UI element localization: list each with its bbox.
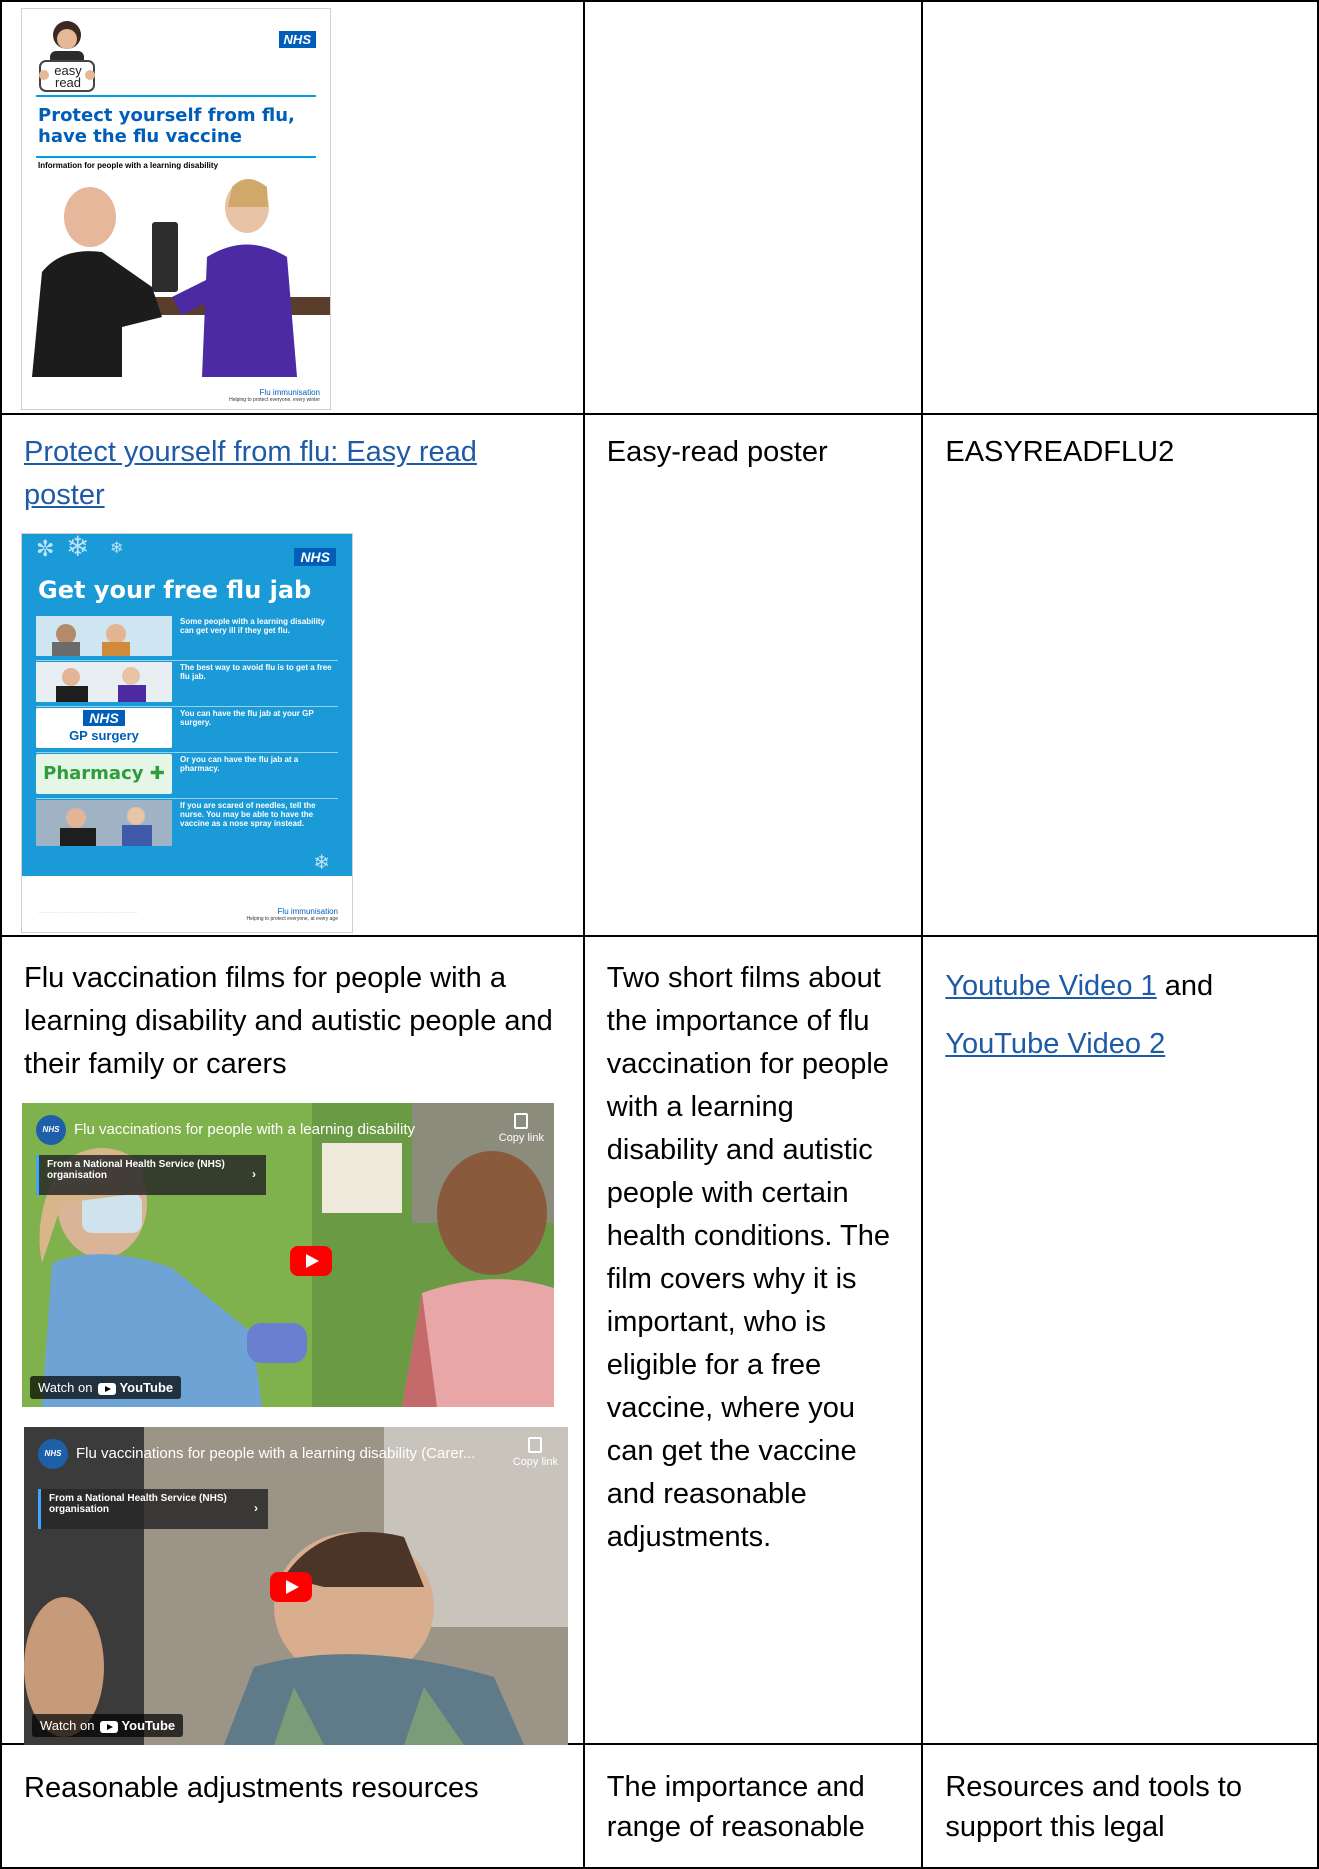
watch-on-youtube-button[interactable]: Watch on YouTube [32,1714,184,1737]
and-text: and [1164,970,1214,1002]
leaflet-subtitle: Information for people with a learning d… [38,161,219,170]
video-2-title[interactable]: Flu vaccinations for people with a learn… [76,1445,504,1462]
table-row: Reasonable adjustments resources The imp… [0,1743,1319,1869]
nhs-organisation-banner[interactable]: From a National Health Service (NHS) org… [38,1489,268,1529]
youtube-embed-video-2[interactable]: NHS Flu vaccinations for people with a l… [24,1427,568,1745]
nhs-channel-icon[interactable]: NHS [36,1115,66,1145]
youtube-video-1-link[interactable]: Youtube Video 1 [945,970,1156,1002]
play-button[interactable] [270,1572,312,1602]
video-1-title[interactable]: Flu vaccinations for people with a learn… [74,1121,454,1138]
nhs-logo: NHS [278,31,316,48]
films-title: Flu vaccination films for people with a … [24,962,553,1080]
poster-row-text: You can have the flu jab at your GP surg… [180,709,314,727]
poster-small-print: ........................................… [38,910,139,914]
poster-row-text: Or you can have the flu jab at a pharmac… [180,755,299,773]
table-cell [582,0,924,415]
reasonable-adjustments-description: The importance and range of reasonable [606,1771,865,1843]
snowflake-icon: ✼ [36,536,55,561]
leaflet-title: Protect yourself from flu, have the flu … [38,105,295,147]
copy-icon [514,1113,529,1129]
reasonable-adjustments-title: Reasonable adjustments resources [24,1772,479,1804]
nhs-channel-icon[interactable]: NHS [38,1439,68,1469]
easy-read-poster-thumbnail[interactable]: ✼ ❄ ❄ NHS Get your free flu jab Some peo… [21,533,353,933]
easy-read-badge: easy read [54,63,82,90]
table-cell: Reasonable adjustments resources [0,1743,585,1869]
poster-row-text: If you are scared of needles, tell the n… [180,801,316,828]
watch-on-youtube-button[interactable]: Watch on YouTube [30,1376,182,1399]
snowflake-icon: ❄ [66,533,90,562]
flu-immunisation-footer: Flu immunisation Helping to protect ever… [246,907,338,922]
gp-surgery-sign: NHS GP surgery [36,708,172,748]
youtube-embed-video-1[interactable]: NHS Flu vaccinations for people with a l… [22,1103,554,1407]
youtube-video-2-link[interactable]: YouTube Video 2 [945,1028,1165,1060]
poster-row: Pharmacy ✚ Or you can have the flu jab a… [36,752,338,799]
table-cell: Youtube Video 1 and YouTube Video 2 [921,935,1319,1745]
copy-link-button[interactable]: Copy link [499,1113,544,1144]
easy-read-leaflet-cover: easy read NHS Protect yourself from flu,… [21,8,331,410]
snowflake-icon: ❄ [110,540,124,557]
video-1-thumbnail [22,1103,554,1407]
copy-link-button[interactable]: Copy link [513,1437,558,1468]
nhs-organisation-banner[interactable]: From a National Health Service (NHS) org… [36,1155,266,1195]
reasonable-adjustments-tools: Resources and tools to support this lega… [945,1771,1242,1843]
poster-row: Some people with a learning disability c… [36,614,338,661]
flu-immunisation-footer: Flu immunisation Helping to protect ever… [229,388,320,403]
easy-read-poster-link[interactable]: Protect yourself from flu: Easy read pos… [24,436,477,511]
play-button[interactable] [290,1246,332,1276]
youtube-icon [98,1382,117,1395]
films-description: Two short films about the importance of … [606,962,890,1553]
table-cell [921,0,1319,415]
chevron-right-icon: › [252,1167,256,1181]
chevron-right-icon: › [254,1501,258,1515]
plus-icon: ✚ [149,763,165,784]
copy-icon [528,1437,543,1453]
table-cell: EASYREADFLU2 [921,413,1319,937]
poster-row: If you are scared of needles, tell the n… [36,798,338,854]
vaccination-photo [22,177,330,377]
nose-spray-image [36,800,172,846]
youtube-icon [100,1720,119,1733]
pharmacy-sign: Pharmacy ✚ [36,754,172,794]
table-cell: The importance and range of reasonable [582,1743,924,1869]
unwell-people-image [36,616,172,656]
table-cell: Easy-read poster [582,413,924,937]
order-code: EASYREADFLU2 [945,436,1175,468]
table-cell: Two short films about the importance of … [582,935,924,1745]
snowflake-icon: ❄ [313,852,330,874]
nurse-vaccination-image [36,662,172,702]
table-cell: Resources and tools to support this lega… [921,1743,1319,1869]
poster-row: NHS GP surgery You can have the flu jab … [36,706,338,753]
poster-row-text: The best way to avoid flu is to get a fr… [180,663,332,681]
poster-title: Get your free flu jab [38,576,312,604]
resource-type: Easy-read poster [606,436,828,468]
poster-row-text: Some people with a learning disability c… [180,617,325,635]
poster-row: The best way to avoid flu is to get a fr… [36,660,338,707]
nhs-logo: NHS [294,548,336,566]
